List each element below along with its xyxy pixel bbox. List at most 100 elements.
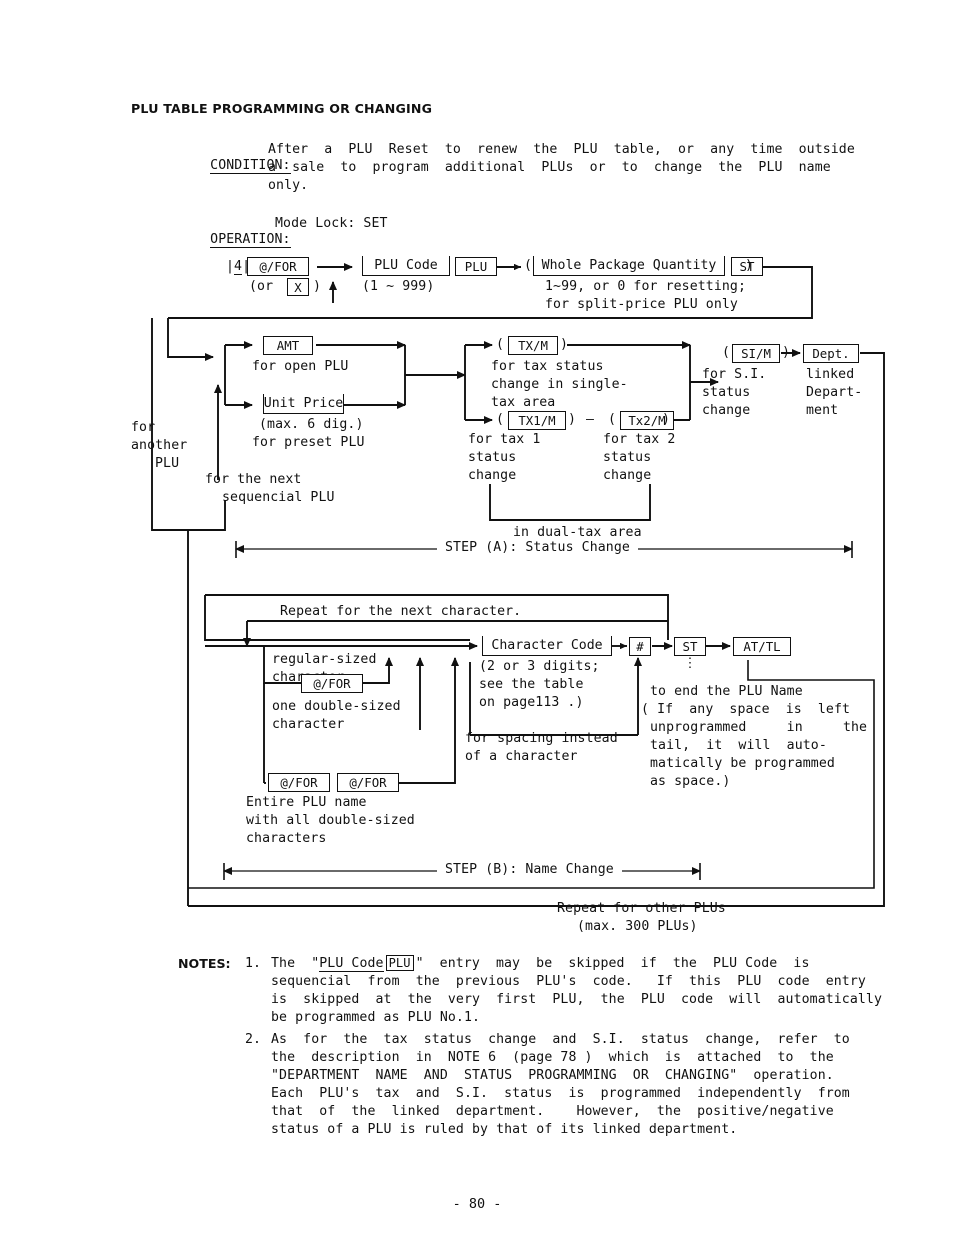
tax2-caption-2: status [603,450,652,465]
wpq-note-2: for split-price PLU only [545,297,738,312]
key-for-single-double[interactable]: @/FOR [301,674,363,693]
or-text-open: (or [249,279,274,294]
for-next-sequencial-1: for the next [205,472,302,487]
note-1-number: 1. [245,956,262,971]
for-another-plu-line-3: PLU [155,456,180,471]
key-tx1-m[interactable]: TX1/M [508,411,566,430]
end-name-paren-4: matically be programmed [650,756,835,771]
note-1-line-1: The "PLU Code PLU " entry may be skipped i… [271,955,810,972]
end-plu-name-line: to end the PLU Name [650,684,803,699]
paren-close-tx1m: ) [568,412,577,427]
dual-tax-caption: in dual-tax area [513,525,642,540]
paren-open-sim: ( [722,345,731,360]
note-2-number: 2. [245,1032,262,1047]
entire-name-caption-1: Entire PLU name [246,795,367,810]
page-footer: - 80 - [452,1196,502,1212]
end-name-paren-5: as space.) [650,774,731,789]
paren-close-wpq: ) [745,258,754,273]
field-character-code[interactable]: Character Code [482,636,612,656]
note-2-line-3: "DEPARTMENT NAME AND STATUS PROGRAMMING … [271,1068,834,1083]
paren-close-tx2m: ) [662,412,671,427]
step-number-value: 4 [234,259,243,275]
paren-open-tx1m: ( [496,412,505,427]
tax1-caption-3: change [468,468,517,483]
key-tx-m[interactable]: TX/M [508,336,558,355]
note-1-line-4: be programmed as PLU No.1. [271,1010,481,1025]
tax2-caption-3: change [603,468,652,483]
key-at-tl[interactable]: AT/TL [733,637,791,656]
tax1-caption-1: for tax 1 [468,432,541,447]
note-1-line-3: is skipped at the very first PLU, the PL… [271,992,883,1007]
for-next-sequencial-2: sequencial PLU [222,490,335,505]
double-char-caption-1: one double-sized [272,699,401,714]
condition-line-1: After a PLU Reset to renew the PLU table… [268,142,855,157]
end-name-paren-3: tail, it will auto- [650,738,827,753]
si-caption-3: change [702,403,751,418]
manual-page: PLU TABLE PROGRAMMING OR CHANGING CONDIT… [0,0,954,1239]
paren-open-txm: ( [496,337,505,352]
condition-line-3: only. [268,178,309,193]
key-for-entire-b[interactable]: @/FOR [337,773,399,792]
note-2-line-2: the description in NOTE 6 (page 78 ) whi… [271,1050,834,1065]
double-char-caption-2: character [272,717,345,732]
tax2-caption-1: for tax 2 [603,432,676,447]
unit-price-max: (max. 6 dig.) [259,417,364,432]
spacing-caption-1: for spacing instead [465,731,618,746]
txm-caption-1: for tax status [491,359,604,374]
note-2-line-4: Each PLU's tax and S.I. status is progra… [271,1086,850,1101]
wpq-note-1: 1~99, or 0 for resetting; [545,279,746,294]
step-b-label: STEP (B): Name Change [437,862,622,879]
paren-open-tx2m: ( [608,412,617,427]
char-code-note-2: see the table [479,677,584,692]
regular-char-caption-1: regular-sized [272,652,377,667]
entire-name-caption-2: with all double-sized [246,813,415,828]
field-whole-package-quantity[interactable]: Whole Package Quantity [533,256,725,276]
key-si-m[interactable]: SI/M [732,344,780,363]
tax-dash: — [586,412,595,427]
note-inline-field-plu-code: PLU Code [319,956,384,972]
operation-value: Mode Lock: SET [275,216,388,231]
for-another-plu-line-2: another [131,438,188,453]
si-caption-2: status [702,385,751,400]
plu-code-range: (1 ~ 999) [362,279,435,294]
repeat-other-plus-2: (max. 300 PLUs) [577,919,698,934]
key-for-entire-a[interactable]: @/FOR [268,773,330,792]
key-x[interactable]: X [287,278,309,296]
unit-price-caption: for preset PLU [252,435,365,450]
note-2-line-1: As for the tax status change and S.I. st… [271,1032,850,1047]
condition-line-2: a sale to program additional PLUs or to … [268,160,831,175]
note-2-line-6: status of a PLU is ruled by that of its … [271,1122,738,1137]
txm-caption-3: tax area [491,395,556,410]
repeat-other-plus-1: Repeat for other PLUs [557,901,726,916]
note-inline-key-plu: PLU [385,955,414,971]
dept-caption-3: ment [806,403,839,418]
amt-caption: for open PLU [252,359,349,374]
paren-close-txm: ) [560,337,569,352]
char-code-note-3: on page113 .) [479,695,584,710]
key-st-2[interactable]: ST [674,637,706,656]
txm-caption-2: change in single- [491,377,628,392]
si-caption-1: for S.I. [702,367,767,382]
dept-caption-2: Depart- [806,385,863,400]
step-a-label: STEP (A): Status Change [437,540,638,557]
key-amt[interactable]: AMT [263,336,313,355]
or-text-close: ) [313,279,322,294]
key-for-1[interactable]: @/FOR [247,257,309,276]
repeat-next-character-label: Repeat for the next character. [276,604,526,621]
notes-label: NOTES: [178,956,231,971]
operation-label-text: OPERATION: [210,232,291,248]
paren-close-sim: ) [782,345,791,360]
note-2-line-5: that of the linked department. However, … [271,1104,834,1119]
key-hash[interactable]: # [629,637,651,656]
paren-open-wpq: ( [524,258,533,273]
key-dept[interactable]: Dept. [803,344,859,363]
field-unit-price[interactable]: Unit Price [263,394,344,414]
tax1-caption-2: status [468,450,517,465]
spacing-caption-2: of a character [465,749,578,764]
field-plu-code[interactable]: PLU Code [362,256,450,276]
vertical-dots: ⋮ [683,656,697,671]
dept-caption-1: linked [806,367,855,382]
for-another-plu-line-1: for [131,420,156,435]
key-plu[interactable]: PLU [455,257,497,276]
note-1-line-2: sequencial from the previous PLU's code.… [271,974,866,989]
